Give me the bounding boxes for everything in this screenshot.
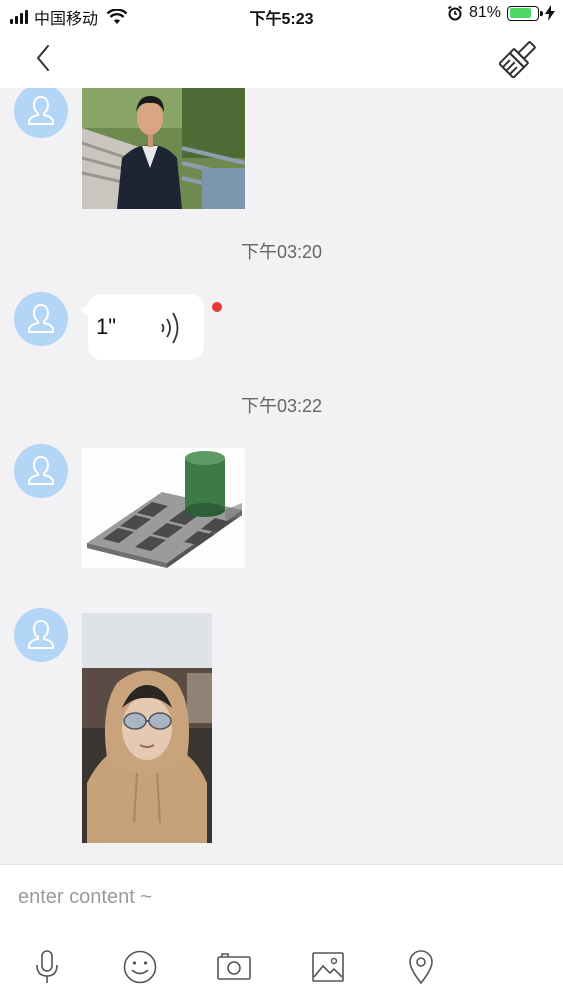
checkerboard-illusion-image	[82, 448, 245, 568]
battery-percent: 81%	[468, 4, 501, 21]
camera-button[interactable]	[212, 945, 256, 989]
user-avatar-icon	[28, 619, 54, 649]
input-area	[0, 864, 563, 1000]
voice-button[interactable]	[25, 945, 69, 989]
photo-man-jacket	[82, 88, 245, 209]
unread-dot	[212, 302, 222, 312]
picture-icon	[312, 952, 344, 982]
alarm-icon	[447, 5, 463, 21]
voice-message[interactable]: 1"	[80, 294, 204, 360]
back-button[interactable]	[28, 42, 60, 74]
location-icon	[409, 950, 433, 985]
sender-avatar[interactable]	[14, 444, 68, 498]
input-toolbar	[0, 945, 563, 989]
voice-duration: 1"	[96, 314, 117, 339]
microphone-icon	[36, 950, 58, 983]
sender-avatar[interactable]	[14, 88, 68, 138]
photo-hoodie-person	[82, 613, 212, 843]
sender-avatar[interactable]	[14, 292, 68, 346]
image-message-2[interactable]	[82, 448, 245, 568]
image-message-1[interactable]	[82, 88, 245, 209]
voice-waves-icon	[161, 312, 179, 344]
charging-icon	[545, 5, 555, 21]
camera-icon	[217, 953, 251, 980]
emoji-button[interactable]	[118, 945, 162, 989]
battery-icon	[507, 5, 543, 21]
chevron-left-icon	[36, 45, 49, 71]
message-input[interactable]	[18, 883, 538, 911]
image-message-3[interactable]	[82, 613, 212, 843]
nav-bar	[0, 30, 563, 88]
emoji-icon	[123, 950, 157, 984]
timestamp: 下午03:20	[240, 242, 323, 262]
status-right: 81%	[447, 4, 555, 22]
user-avatar-icon	[28, 455, 54, 485]
user-avatar-icon	[28, 303, 54, 333]
user-avatar-icon	[28, 95, 54, 125]
clear-chat-button[interactable]	[497, 38, 539, 80]
picture-button[interactable]	[306, 945, 350, 989]
broom-icon	[497, 41, 536, 80]
chat-list[interactable]: 下午03:20 1" 下午03:22	[0, 88, 563, 864]
location-button[interactable]	[399, 945, 443, 989]
sender-avatar[interactable]	[14, 608, 68, 662]
status-bar: 中国移动 下午5:23 81%	[0, 0, 563, 30]
timestamp: 下午03:22	[240, 396, 323, 416]
